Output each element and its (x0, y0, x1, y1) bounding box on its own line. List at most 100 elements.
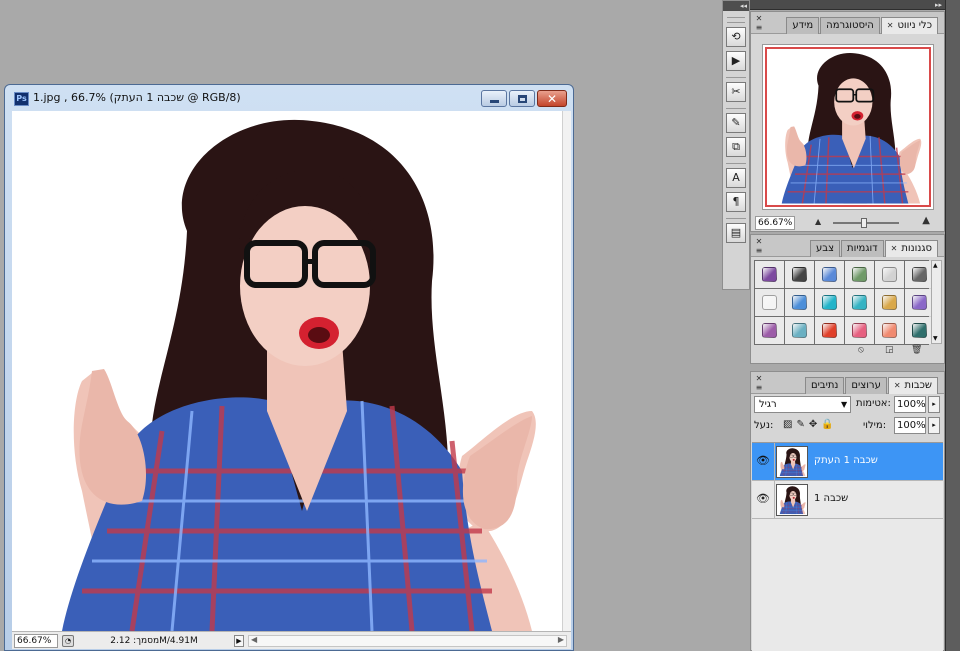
right-dock-edge (945, 0, 960, 651)
history-brush-icon[interactable]: ⟲ (726, 27, 746, 47)
style-swatch[interactable] (905, 289, 934, 316)
tab-info[interactable]: מידע (786, 17, 820, 34)
style-swatch[interactable] (845, 261, 874, 288)
style-swatch[interactable] (875, 261, 904, 288)
layer-thumbnail (776, 446, 808, 478)
image-canvas[interactable] (12, 111, 562, 631)
style-preview (882, 323, 897, 338)
maximize-button[interactable] (509, 90, 535, 107)
collapse-strip-icon[interactable]: ◂◂ (723, 1, 749, 11)
style-swatch[interactable] (845, 289, 874, 316)
panel-menu-icon[interactable]: ✕ ≡ (753, 374, 765, 392)
style-swatch[interactable] (875, 317, 904, 344)
vertical-scrollbar[interactable] (562, 111, 571, 631)
zoom-field[interactable]: 66.67% (14, 633, 58, 648)
tab-paths[interactable]: נתיבים (804, 377, 845, 394)
tab-layers[interactable]: שכבות✕ (887, 377, 938, 394)
style-preview (762, 295, 777, 310)
layer-name[interactable]: שכבה 1 (814, 493, 848, 504)
trash-icon[interactable]: 🗑 (911, 345, 922, 355)
style-swatch[interactable] (815, 289, 844, 316)
document-title-bar[interactable]: Ps 1.jpg , שכבה 1 העתק) 66.7% @ RGB/8) ✕ (5, 85, 573, 111)
layer-name[interactable]: שכבה 1 העתק (814, 455, 878, 466)
horizontal-scrollbar[interactable]: ◀ ▶ (248, 634, 567, 647)
visibility-eye-icon[interactable]: 👁 (754, 490, 772, 508)
lock-pixels-icon[interactable]: ✎ (796, 419, 804, 430)
layer-row[interactable]: 👁 שכבה 1 העתק (752, 443, 943, 481)
style-swatch[interactable] (875, 289, 904, 316)
layer-options: רגיל ▼ אטימות: 100% ▸ נעל: ▨ ✎ ✥ 🔒 מילוי:… (751, 396, 944, 440)
panel-menu-icon[interactable]: ✕ ≡ (753, 14, 765, 32)
styles-tab-bar: ✕ ≡ סגנונות✕ דוגמיות צבע (751, 235, 944, 257)
brushes-icon[interactable]: ✎ (726, 113, 746, 133)
character-icon[interactable]: A (726, 168, 746, 188)
tab-channels[interactable]: ערוצים (845, 377, 887, 394)
style-swatch[interactable] (755, 261, 784, 288)
close-icon[interactable]: ✕ (894, 381, 901, 390)
style-swatch[interactable] (815, 317, 844, 344)
status-menu-arrow[interactable]: ▶ (234, 634, 244, 647)
styles-footer: ⦸ ◲ 🗑 (751, 345, 944, 359)
style-swatch[interactable] (905, 261, 934, 288)
close-icon[interactable]: ✕ (891, 244, 898, 253)
style-swatch[interactable] (785, 289, 814, 316)
style-swatch[interactable] (755, 317, 784, 344)
style-preview (792, 267, 807, 282)
clone-source-icon[interactable]: ⧉ (726, 137, 746, 157)
style-swatch[interactable] (815, 261, 844, 288)
document-size: מסמך: 2.12M/4.91M (110, 635, 198, 646)
panel-icon-strip: ◂◂ ⟲ ▶ ✂ ✎ ⧉ A ¶ ▤ (722, 0, 750, 290)
layer-row[interactable]: 👁 שכבה 1 (752, 481, 943, 519)
panel-dock-header[interactable]: ▸▸ (750, 0, 945, 10)
fill-stepper[interactable]: ▸ (928, 417, 940, 434)
lock-all-icon[interactable]: 🔒 (821, 419, 833, 430)
lock-transparency-icon[interactable]: ▨ (783, 419, 792, 430)
visibility-eye-icon[interactable]: 👁 (754, 452, 772, 470)
fill-field[interactable]: 100% (894, 417, 926, 434)
opacity-field[interactable]: 100% (894, 396, 926, 413)
close-icon[interactable]: ✕ (887, 21, 894, 30)
minimize-button[interactable] (481, 90, 507, 107)
style-swatch[interactable] (905, 317, 934, 344)
clear-style-icon[interactable]: ⦸ (858, 345, 864, 355)
tab-color[interactable]: צבע (810, 240, 841, 257)
style-swatch[interactable] (845, 317, 874, 344)
navigator-view-box[interactable] (765, 47, 931, 207)
tab-swatches[interactable]: דוגמיות (841, 240, 884, 257)
style-preview (822, 323, 837, 338)
blend-mode-select[interactable]: רגיל ▼ (754, 396, 851, 413)
style-preview (852, 323, 867, 338)
navigator-preview[interactable] (762, 44, 934, 210)
paragraph-icon[interactable]: ¶ (726, 192, 746, 212)
zoom-out-icon[interactable]: ▲ (815, 217, 821, 226)
styles-scrollbar[interactable]: ▲ ▼ (931, 260, 942, 344)
navigator-zoom-field[interactable]: 66.67% (755, 216, 795, 230)
style-swatch[interactable] (785, 261, 814, 288)
style-swatch[interactable] (785, 317, 814, 344)
opacity-stepper[interactable]: ▸ (928, 396, 940, 413)
document-status-bar: 66.67% ◔ מסמך: 2.12M/4.91M ▶ ◀ ▶ (12, 631, 571, 649)
style-swatch[interactable] (755, 289, 784, 316)
scroll-left-icon[interactable]: ◀ (251, 635, 257, 644)
window-controls: ✕ (481, 90, 567, 107)
minimize-icon (489, 100, 499, 103)
navigator-panel: ✕ ≡ כלי ניווט✕ היסטוגרמה מידע 66.67% ▲ ▲ (750, 11, 945, 232)
panel-menu-icon[interactable]: ✕ ≡ (753, 237, 765, 255)
tab-histogram[interactable]: היסטוגרמה (820, 17, 880, 34)
status-info-icon[interactable]: ◔ (62, 634, 74, 647)
strip-grip[interactable] (727, 17, 745, 23)
canvas-image (12, 111, 562, 631)
zoom-in-icon[interactable]: ▲ (922, 215, 930, 226)
new-style-icon[interactable]: ◲ (885, 345, 894, 355)
tab-navigator[interactable]: כלי ניווט✕ (880, 17, 938, 34)
scroll-right-icon[interactable]: ▶ (558, 635, 564, 644)
play-action-icon[interactable]: ▶ (726, 51, 746, 71)
zoom-slider-thumb[interactable] (861, 218, 867, 228)
tab-styles[interactable]: סגנונות✕ (884, 240, 938, 257)
lock-position-icon[interactable]: ✥ (809, 419, 817, 430)
close-button[interactable]: ✕ (537, 90, 567, 107)
notes-icon[interactable]: ▤ (726, 223, 746, 243)
tool-presets-icon[interactable]: ✂ (726, 82, 746, 102)
layer-thumbnail (776, 484, 808, 516)
close-icon: ✕ (546, 91, 558, 106)
